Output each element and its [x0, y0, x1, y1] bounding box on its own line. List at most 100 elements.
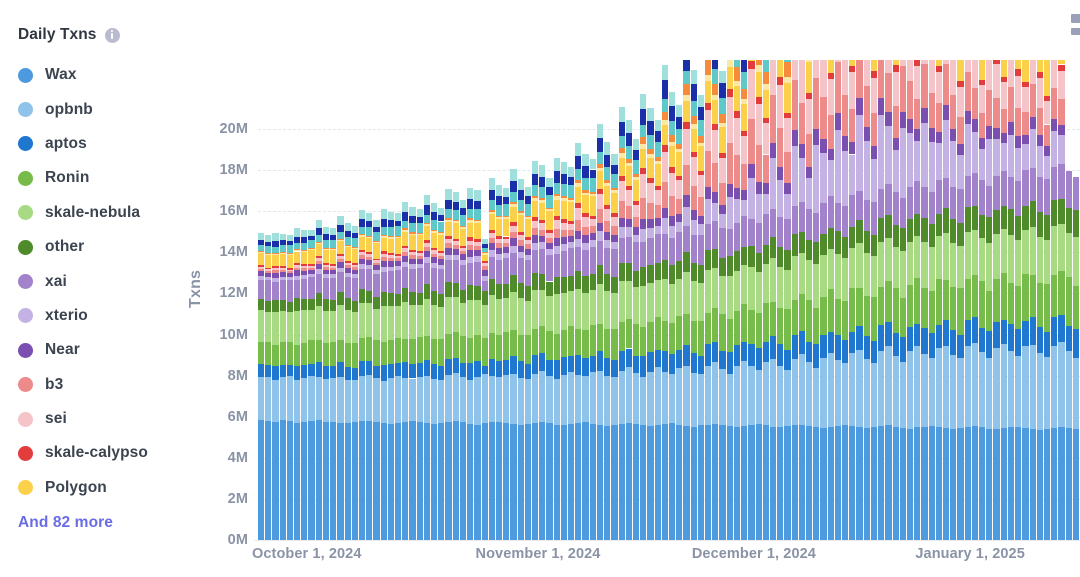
- bar-column[interactable]: [784, 60, 791, 540]
- bar-column[interactable]: [258, 232, 265, 540]
- bar-column[interactable]: [409, 206, 416, 540]
- bar-column[interactable]: [265, 235, 272, 540]
- bar-column[interactable]: [842, 60, 849, 540]
- bar-column[interactable]: [640, 93, 647, 540]
- bar-column[interactable]: [813, 60, 820, 540]
- bar-column[interactable]: [604, 142, 611, 540]
- bar-column[interactable]: [726, 60, 733, 540]
- bar-column[interactable]: [279, 233, 286, 540]
- bar-column[interactable]: [755, 60, 762, 540]
- bar-column[interactable]: [1036, 60, 1043, 540]
- bar-column[interactable]: [647, 107, 654, 540]
- bar-column[interactable]: [856, 60, 863, 540]
- bar-column[interactable]: [431, 202, 438, 540]
- bar-column[interactable]: [849, 60, 856, 540]
- bar-column[interactable]: [380, 209, 387, 540]
- bar-column[interactable]: [337, 215, 344, 540]
- bar-column[interactable]: [294, 228, 301, 540]
- bar-column[interactable]: [1029, 60, 1036, 540]
- bar-column[interactable]: [885, 60, 892, 540]
- bar-column[interactable]: [330, 228, 337, 540]
- bar-column[interactable]: [358, 209, 366, 540]
- bar-column[interactable]: [827, 60, 834, 540]
- bar-column[interactable]: [733, 60, 741, 540]
- bar-column[interactable]: [560, 162, 568, 540]
- bar-column[interactable]: [669, 91, 676, 540]
- bar-column[interactable]: [286, 235, 294, 540]
- bar-column[interactable]: [546, 177, 553, 540]
- bar-column[interactable]: [488, 178, 495, 540]
- bar-column[interactable]: [582, 154, 589, 540]
- bar-column[interactable]: [957, 60, 964, 540]
- bar-column[interactable]: [690, 69, 697, 540]
- bar-column[interactable]: [459, 199, 467, 540]
- bar-column[interactable]: [481, 239, 488, 540]
- bar-column[interactable]: [863, 60, 870, 540]
- bar-column[interactable]: [741, 60, 748, 540]
- bar-column[interactable]: [568, 167, 575, 540]
- bar-column[interactable]: [344, 222, 351, 540]
- bar-column[interactable]: [308, 229, 315, 540]
- bar-column[interactable]: [769, 60, 777, 540]
- bar-column[interactable]: [676, 105, 683, 540]
- bar-column[interactable]: [539, 165, 546, 540]
- bar-column[interactable]: [661, 65, 668, 540]
- bar-column[interactable]: [452, 191, 459, 540]
- bar-column[interactable]: [611, 154, 618, 540]
- bar-column[interactable]: [1000, 60, 1007, 540]
- bar-column[interactable]: [423, 194, 431, 540]
- bar-column[interactable]: [632, 138, 640, 540]
- bar-column[interactable]: [798, 60, 805, 540]
- bar-column[interactable]: [589, 159, 596, 540]
- bar-column[interactable]: [928, 60, 935, 540]
- bar-column[interactable]: [474, 190, 481, 540]
- bar-column[interactable]: [503, 188, 510, 540]
- bar-column[interactable]: [1007, 60, 1015, 540]
- bar-column[interactable]: [697, 94, 705, 540]
- plot-area[interactable]: [258, 60, 1080, 540]
- bar-column[interactable]: [921, 60, 928, 540]
- bar-column[interactable]: [1022, 60, 1029, 540]
- bar-column[interactable]: [683, 60, 690, 540]
- bar-column[interactable]: [1015, 60, 1022, 540]
- bar-column[interactable]: [315, 219, 322, 540]
- bar-column[interactable]: [445, 188, 452, 540]
- bar-column[interactable]: [416, 209, 423, 540]
- bar-column[interactable]: [1065, 171, 1072, 540]
- bar-column[interactable]: [272, 233, 279, 540]
- bar-column[interactable]: [575, 142, 582, 540]
- bar-column[interactable]: [322, 227, 330, 540]
- bar-column[interactable]: [748, 60, 755, 540]
- bar-column[interactable]: [532, 161, 539, 540]
- bar-column[interactable]: [654, 119, 661, 540]
- bar-column[interactable]: [777, 60, 784, 540]
- bar-column[interactable]: [878, 60, 885, 540]
- bar-column[interactable]: [762, 60, 769, 540]
- bar-column[interactable]: [1058, 60, 1065, 540]
- bar-column[interactable]: [517, 179, 524, 540]
- bar-column[interactable]: [719, 70, 726, 540]
- bar-column[interactable]: [906, 60, 914, 540]
- panel-menu-icon[interactable]: [1066, 14, 1080, 40]
- bar-column[interactable]: [899, 60, 906, 540]
- bar-column[interactable]: [971, 60, 979, 540]
- bar-column[interactable]: [373, 219, 380, 540]
- bar-column[interactable]: [705, 60, 712, 540]
- bar-column[interactable]: [993, 60, 1000, 540]
- bar-column[interactable]: [892, 60, 899, 540]
- bar-column[interactable]: [618, 107, 625, 540]
- bar-column[interactable]: [387, 211, 394, 540]
- bar-column[interactable]: [979, 60, 986, 540]
- bar-column[interactable]: [467, 187, 474, 540]
- bar-column[interactable]: [870, 60, 878, 540]
- bar-column[interactable]: [1072, 176, 1079, 540]
- bar-column[interactable]: [712, 60, 719, 540]
- bar-column[interactable]: [791, 60, 798, 540]
- bar-column[interactable]: [553, 157, 560, 540]
- bar-column[interactable]: [943, 60, 950, 540]
- bar-column[interactable]: [366, 212, 373, 540]
- bar-column[interactable]: [625, 119, 632, 540]
- bar-column[interactable]: [438, 207, 445, 540]
- bar-column[interactable]: [495, 185, 503, 540]
- bar-column[interactable]: [820, 60, 827, 540]
